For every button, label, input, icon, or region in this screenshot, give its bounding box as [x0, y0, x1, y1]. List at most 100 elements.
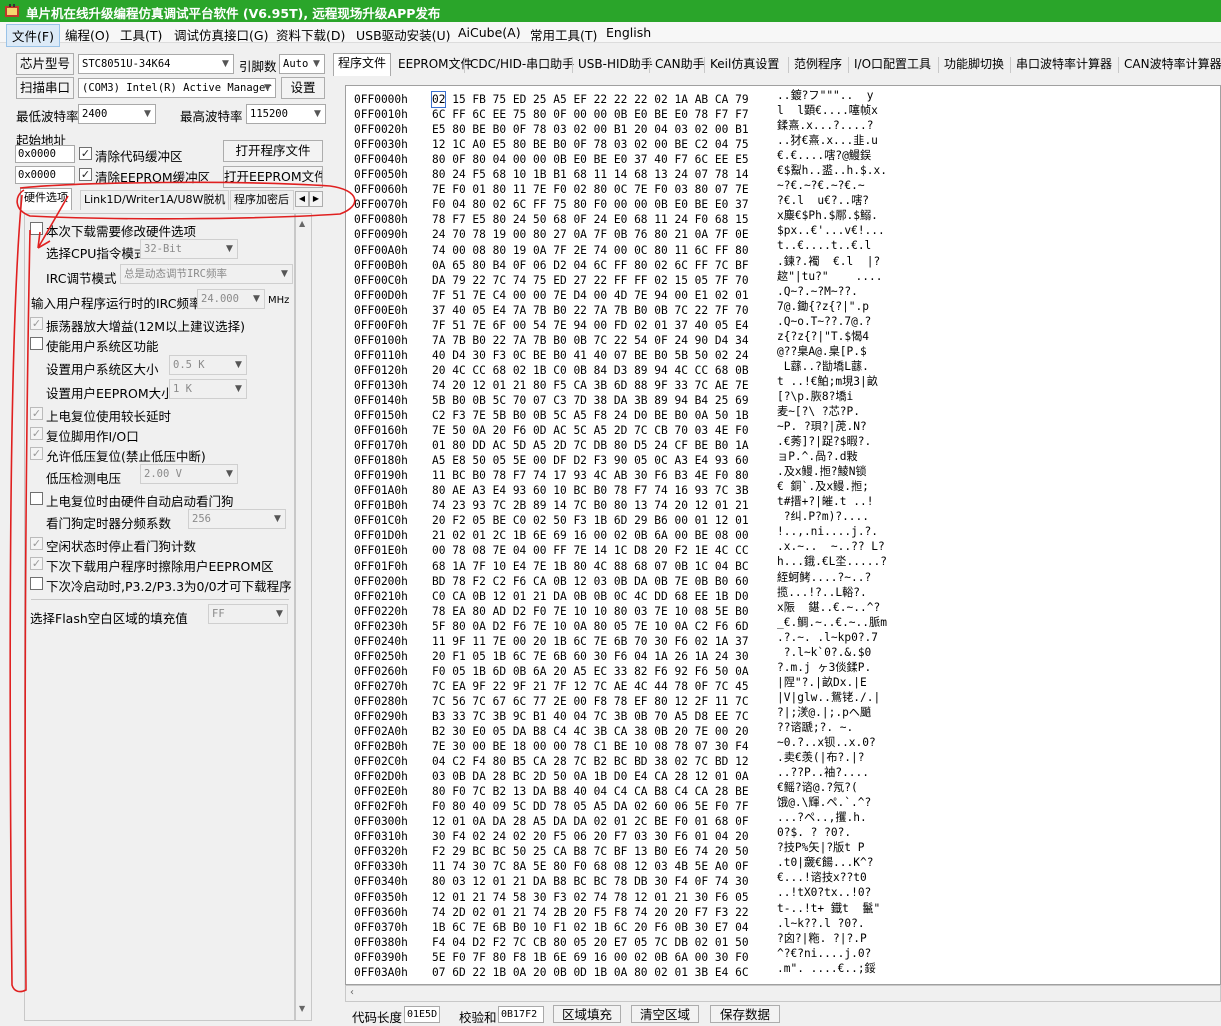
hex-row-ascii[interactable]: ..!tX0?tx..!0?	[777, 885, 907, 900]
hex-row-ascii[interactable]: ~?€.~?€.~?€.~	[777, 178, 907, 193]
hex-row[interactable]: 0FF0260h F0 05 1B 6D 0B 6A 20 A5 EC 33 82…	[354, 660, 907, 678]
hex-row-ascii[interactable]: t#搢+?|皠.t ..!	[777, 494, 907, 509]
watchdog-prescale-select[interactable]: 256 ▼	[188, 509, 286, 529]
menu-downloads[interactable]: 资料下载(D)	[271, 24, 350, 45]
irc-frequency-input[interactable]: 24.000 ▼	[197, 289, 265, 309]
hex-row[interactable]: 0FF0380h F4 04 D2 F2 7C CB 80 05 20 E7 05…	[354, 931, 907, 949]
hex-row-bytes[interactable]: 07 6D 22 1B 0A 20 0B 0D 1B 0A 80 02 01 3…	[432, 965, 777, 980]
hex-row-ascii[interactable]: €...!谘技x??t0	[777, 870, 907, 885]
hex-row-ascii[interactable]: ?|;湵@.|;.pヘ颵	[777, 705, 907, 720]
hex-row-ascii[interactable]: .t0|奯€餳...K^?	[777, 855, 907, 870]
hex-row[interactable]: 0FF0210h C0 CA 0B 12 01 21 DA 0B 0B 0C 4C…	[354, 585, 907, 603]
hex-row[interactable]: 0FF0110h 40 D4 30 F3 0C BE B0 41 40 07 BE…	[354, 344, 907, 362]
hex-row[interactable]: 0FF0220h 78 EA 80 AD D2 F0 7E 10 10 80 03…	[354, 600, 907, 618]
hex-row-ascii[interactable]: ^?€?ni....j.0?	[777, 946, 907, 961]
hex-row[interactable]: 0FF0000h 02 15 FB 75 ED 25 A5 EF 22 22 22…	[354, 88, 907, 109]
hex-editor[interactable]: 0FF0000h 02 15 FB 75 ED 25 A5 EF 22 22 22…	[345, 85, 1221, 985]
clear-code-buffer-checkbox[interactable]: ✓	[79, 147, 92, 160]
code-start-address-input[interactable]: 0x0000	[15, 145, 75, 163]
hex-row[interactable]: 0FF02F0h F0 80 40 09 5C DD 78 05 A5 DA 02…	[354, 795, 907, 813]
hex-row-ascii[interactable]: €$鮤h..盚..h.$.x.	[777, 163, 907, 178]
eeprom-size-select[interactable]: 1 K ▼	[169, 379, 247, 399]
hex-row[interactable]: 0FF00A0h 74 00 08 80 19 0A 7F 2E 74 00 0C…	[354, 238, 907, 256]
hex-row-ascii[interactable]: t..€....t..€.l	[777, 238, 907, 253]
hex-row[interactable]: 0FF0280h 7C 56 7C 67 6C 77 2E 00 F8 78 EF…	[354, 690, 907, 708]
hex-row-ascii[interactable]: ..犲€熹.x...韭.u	[777, 133, 907, 148]
hex-row[interactable]: 0FF01C0h 20 F2 05 BE C0 02 50 F3 1B 6D 29…	[354, 509, 907, 527]
hex-row-ascii[interactable]: ?.m.j ヶ3倓鍒P.	[777, 660, 907, 675]
menu-aicube[interactable]: AiCube(A)	[453, 24, 526, 41]
tab-scroll-right-icon[interactable]: ▶	[309, 191, 323, 207]
pin-count-select[interactable]: Auto ▼	[279, 54, 325, 74]
hex-row[interactable]: 0FF02A0h B2 30 E0 05 DA B8 C4 4C 3B CA 38…	[354, 720, 907, 738]
scroll-up-icon[interactable]: ▲	[299, 219, 305, 228]
idle-stop-watchdog-checkbox[interactable]: ✓	[30, 537, 43, 550]
tab-program-encryption[interactable]: 程序加密后	[230, 190, 294, 210]
hex-row[interactable]: 0FF0190h 11 BC B0 78 F7 74 17 93 4C AB 30…	[354, 464, 907, 482]
hex-row-ascii[interactable]: |V|glw..鴛铑./.|	[777, 690, 907, 705]
hex-row[interactable]: 0FF0350h 12 01 21 74 58 30 F3 02 74 78 12…	[354, 885, 907, 903]
menu-program[interactable]: 编程(O)	[60, 24, 115, 45]
hex-row-ascii[interactable]: ..鍍?フ""".. y	[777, 88, 907, 103]
settings-button[interactable]: 设置	[281, 77, 325, 99]
erase-eeprom-checkbox[interactable]: ✓	[30, 557, 43, 570]
hex-row-ascii[interactable]: .€莠]?|踀?$暇?.	[777, 434, 907, 449]
hex-row[interactable]: 0FF00C0h DA 79 22 7C 74 75 ED 27 22 FF FF…	[354, 269, 907, 287]
low-voltage-detect-select[interactable]: 2.00 V ▼	[140, 464, 238, 484]
hex-row-ascii[interactable]: .?.~. .l~kp0?.7	[777, 630, 907, 645]
hex-row-ascii[interactable]: @??臬A@.臬[P.$	[777, 344, 907, 359]
hex-row[interactable]: 0FF0370h 1B 6C 7E 6B B0 10 F1 02 1B 6C 20…	[354, 916, 907, 934]
hex-row-ascii[interactable]: ?技P%矢|?版t P	[777, 840, 907, 855]
hex-row[interactable]: 0FF0010h 6C FF 6C EE 75 80 0F 00 00 0B E0…	[354, 103, 907, 121]
hex-row[interactable]: 0FF0070h F0 04 80 02 6C FF 75 80 F0 00 00…	[354, 193, 907, 211]
hex-row-ascii[interactable]: L蘨..?勓墧L蘨.	[777, 359, 907, 374]
hex-row-ascii[interactable]: !..,.ni....j.?.	[777, 524, 907, 539]
menu-tools[interactable]: 工具(T)	[115, 24, 167, 45]
hex-row[interactable]: 0FF01D0h 21 02 01 2C 1B 6E 69 16 00 02 0B…	[354, 524, 907, 542]
hex-row-ascii[interactable]: $px..€'...v€!...	[777, 223, 907, 238]
hex-row-ascii[interactable]: l l顕€....噻帧x	[777, 103, 907, 118]
scroll-left-icon[interactable]: ‹	[350, 987, 354, 998]
hex-row[interactable]: 0FF0340h 80 03 12 01 21 DA B8 BC BC 78 DB…	[354, 870, 907, 888]
hex-row-ascii[interactable]: 揽...!?..L輍?.	[777, 585, 907, 600]
oscillator-gain-checkbox[interactable]: ✓	[30, 317, 43, 330]
tab-can-helper[interactable]: CAN助手	[651, 55, 709, 75]
hex-row-ascii[interactable]: ...?ペ..,攫.h.	[777, 810, 907, 825]
hex-row-ascii[interactable]: .x.~.. ~..?? L?	[777, 539, 907, 554]
hex-row[interactable]: 0FF00F0h 7F 51 7E 6F 00 54 7E 94 00 FD 02…	[354, 314, 907, 332]
chip-model-button[interactable]: 芯片型号	[16, 53, 74, 75]
hex-row[interactable]: 0FF01B0h 74 23 93 7C 2B 89 14 7C B0 80 13…	[354, 494, 907, 512]
auto-watchdog-checkbox[interactable]	[30, 492, 43, 505]
hex-row-ascii[interactable]: ?€.l u€?..嗐?	[777, 193, 907, 208]
hex-row-ascii[interactable]: t ..!€鮊;m垷3|畝	[777, 374, 907, 389]
scan-port-button[interactable]: 扫描串口	[16, 77, 74, 99]
user-system-area-checkbox[interactable]	[30, 337, 43, 350]
hex-row[interactable]: 0FF02E0h 80 F0 7C B2 13 DA B8 40 04 C4 CA…	[354, 780, 907, 798]
fill-area-button[interactable]: 区域填充	[553, 1005, 621, 1023]
hex-row-ascii[interactable]: |陧"?.|畝Dx.|E	[777, 675, 907, 690]
hex-row-ascii[interactable]: €.€....嗐?@鰻鋘	[777, 148, 907, 163]
menu-usb-driver[interactable]: USB驱动安装(U)	[351, 24, 456, 45]
hex-row[interactable]: 0FF00E0h 37 40 05 E4 7A 7B B0 22 7A 7B B0…	[354, 299, 907, 317]
p32-p33-download-checkbox[interactable]	[30, 577, 43, 590]
tab-keil-settings[interactable]: Keil仿真设置	[706, 55, 783, 75]
hex-row[interactable]: 0FF01F0h 68 1A 7F 10 E4 7E 1B 80 4C 88 68…	[354, 554, 907, 572]
hex-row[interactable]: 0FF01A0h 80 AE A3 E4 93 60 10 BC B0 78 F7…	[354, 479, 907, 497]
modify-hw-options-checkbox[interactable]	[30, 222, 43, 235]
hex-row-ascii[interactable]: ョP.^.咼?.d敤	[777, 449, 907, 464]
cpu-mode-select[interactable]: 32-Bit ▼	[140, 239, 238, 259]
hex-row[interactable]: 0FF02C0h 04 C2 F4 80 B5 CA 28 7C B2 BC BD…	[354, 750, 907, 768]
hex-row[interactable]: 0FF0140h 5B B0 0B 5C 70 07 C3 7D 38 DA 3B…	[354, 389, 907, 407]
hex-row[interactable]: 0FF0300h 12 01 0A DA 28 A5 DA DA 02 01 2C…	[354, 810, 907, 828]
hex-row[interactable]: 0FF02B0h 7E 30 00 BE 18 00 00 78 C1 BE 10…	[354, 735, 907, 753]
hex-row-ascii[interactable]: 趑"|tu?" ....	[777, 269, 907, 284]
tab-program-file[interactable]: 程序文件	[333, 53, 392, 76]
low-voltage-reset-checkbox[interactable]: ✓	[30, 447, 43, 460]
hex-row-ascii[interactable]: .Q~?.~?M~??.	[777, 284, 907, 299]
hex-row[interactable]: 0FF00D0h 7F 51 7E C4 00 00 7E D4 00 4D 7E…	[354, 284, 907, 302]
flash-fill-select[interactable]: FF ▼	[208, 604, 288, 624]
hex-row-ascii[interactable]: ?.l~k`0?.&.$0	[777, 645, 907, 660]
hex-row[interactable]: 0FF0060h 7E F0 01 80 11 7E F0 02 80 0C 7E…	[354, 178, 907, 196]
hex-row-ascii[interactable]: .l~k??.l ?0?.	[777, 916, 907, 931]
hex-row-ascii[interactable]: ~P. ?珼?|萀.N?	[777, 419, 907, 434]
